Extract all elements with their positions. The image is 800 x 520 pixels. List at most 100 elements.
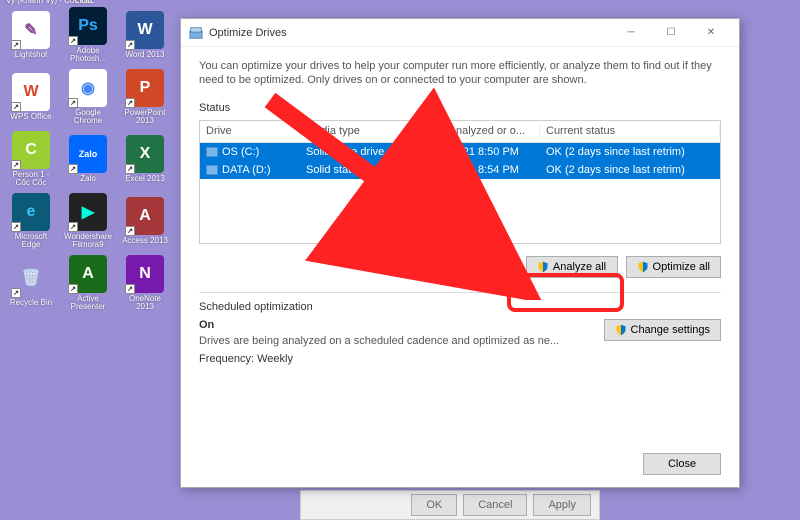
close-window-button[interactable]: ✕ <box>691 20 731 46</box>
table-header: Drive Media type Last analyzed or o... C… <box>200 121 720 143</box>
shortcut-arrow-icon: ↗ <box>125 98 135 108</box>
desktop-icon[interactable]: ◉↗ Google Chrome <box>62 67 114 127</box>
desktop-icon[interactable]: P↗ PowerPoint 2013 <box>119 67 171 127</box>
shortcut-arrow-icon: ↗ <box>11 288 21 298</box>
desktop-icon[interactable]: C↗ Person 1 - Cốc Cốc <box>5 129 57 189</box>
app-icon: Ps↗ <box>69 7 107 45</box>
desktop-icon[interactable]: W↗ Word 2013 <box>119 5 171 65</box>
drive-table: Drive Media type Last analyzed or o... C… <box>199 120 721 244</box>
icon-label: Adobe Photosh... <box>62 47 114 63</box>
app-icon: W↗ <box>126 11 164 49</box>
app-icon: 🗑↗ <box>12 259 50 297</box>
shortcut-arrow-icon: ↗ <box>68 36 78 46</box>
icon-label: PowerPoint 2013 <box>119 109 171 125</box>
shortcut-arrow-icon: ↗ <box>11 102 21 112</box>
optimize-all-button[interactable]: Optimize all <box>626 256 721 278</box>
cell-last: 9/15/2021 8:50 PM <box>420 146 540 158</box>
icon-label: Active Presenter <box>62 295 114 311</box>
shield-icon <box>537 261 549 273</box>
shield-icon <box>615 324 627 336</box>
desktop-icon[interactable]: Ps↗ Adobe Photosh... <box>62 5 114 65</box>
app-icon: ✎↗ <box>12 11 50 49</box>
shortcut-arrow-icon: ↗ <box>68 164 78 174</box>
col-last[interactable]: Last analyzed or o... <box>420 125 540 137</box>
analyze-label: Analyze all <box>553 261 606 273</box>
desktop-icon[interactable]: W↗ WPS Office <box>5 67 57 127</box>
ok-button[interactable]: OK <box>411 494 457 516</box>
col-drive[interactable]: Drive <box>200 125 300 137</box>
icon-label: OneNote 2013 <box>119 295 171 311</box>
icon-label: Word 2013 <box>126 51 165 59</box>
app-icon: N↗ <box>126 255 164 293</box>
desktop-icon[interactable]: X↗ Excel 2013 <box>119 129 171 189</box>
cell-media: Solid state drive <box>300 146 420 158</box>
app-icon: e↗ <box>12 193 50 231</box>
desktop-icon[interactable]: ✎↗Lightshot <box>5 5 57 65</box>
shortcut-arrow-icon: ↗ <box>68 222 78 232</box>
sched-on: On <box>199 319 559 331</box>
minimize-button[interactable]: ─ <box>611 20 651 46</box>
cell-drive: OS (C:) <box>200 146 300 158</box>
app-icon: ▶↗ <box>69 193 107 231</box>
shortcut-arrow-icon: ↗ <box>11 160 21 170</box>
optimize-drives-window: Optimize Drives ─ ☐ ✕ You can optimize y… <box>180 18 740 488</box>
status-label: Status <box>199 102 721 114</box>
app-icon: A↗ <box>69 255 107 293</box>
icon-label: Recycle Bin <box>10 299 52 307</box>
shortcut-arrow-icon: ↗ <box>68 284 78 294</box>
icon-label: Excel 2013 <box>125 175 165 183</box>
icon-label: Zalo <box>80 175 96 183</box>
shortcut-arrow-icon: ↗ <box>125 164 135 174</box>
sched-desc: Drives are being analyzed on a scheduled… <box>199 335 559 347</box>
app-icon: ◉↗ <box>69 69 107 107</box>
icon-label: WPS Office <box>10 113 51 121</box>
app-icon: A↗ <box>126 197 164 235</box>
change-settings-button[interactable]: Change settings <box>604 319 722 341</box>
app-icon: P↗ <box>126 69 164 107</box>
col-media[interactable]: Media type <box>300 125 420 137</box>
desktop-icon[interactable]: A↗ Access 2013 <box>119 191 171 251</box>
drive-icon <box>206 165 218 175</box>
desktop-icon[interactable]: N↗ OneNote 2013 <box>119 253 171 313</box>
cell-status: OK (2 days since last retrim) <box>540 146 720 158</box>
cancel-button[interactable]: Cancel <box>463 494 527 516</box>
analyze-all-button[interactable]: Analyze all <box>526 256 618 278</box>
col-status[interactable]: Current status <box>540 125 720 137</box>
sched-freq: Frequency: Weekly <box>199 353 559 365</box>
desktop-icon[interactable]: A↗ Active Presenter <box>62 253 114 313</box>
shortcut-arrow-icon: ↗ <box>11 222 21 232</box>
titlebar: Optimize Drives ─ ☐ ✕ <box>181 19 739 47</box>
icon-label: Google Chrome <box>62 109 114 125</box>
sched-label: Scheduled optimization <box>199 301 721 313</box>
cell-drive: DATA (D:) <box>200 164 300 176</box>
drive-optimize-icon <box>189 26 203 40</box>
desktop-icon[interactable]: ▶↗ Wondershare Filmora9 <box>62 191 114 251</box>
cell-media: Solid state drive <box>300 164 420 176</box>
app-icon: C↗ <box>12 131 50 169</box>
cell-last: 9/15/2021 8:54 PM <box>420 164 540 176</box>
shortcut-arrow-icon: ↗ <box>125 284 135 294</box>
close-button[interactable]: Close <box>643 453 721 475</box>
table-row[interactable]: OS (C:) Solid state drive 9/15/2021 8:50… <box>200 143 720 161</box>
optimize-label: Optimize all <box>653 261 710 273</box>
drive-icon <box>206 147 218 157</box>
icon-label: Microsoft Edge <box>5 233 57 249</box>
table-row[interactable]: DATA (D:) Solid state drive 9/15/2021 8:… <box>200 161 720 179</box>
app-icon: X↗ <box>126 135 164 173</box>
desktop-icon[interactable]: Zalo↗ Zalo <box>62 129 114 189</box>
window-title: Optimize Drives <box>209 27 611 39</box>
icon-label: Wondershare Filmora9 <box>62 233 114 249</box>
maximize-button[interactable]: ☐ <box>651 20 691 46</box>
app-icon: W↗ <box>12 73 50 111</box>
shortcut-arrow-icon: ↗ <box>11 40 21 50</box>
shortcut-arrow-icon: ↗ <box>68 98 78 108</box>
desktop-icon[interactable]: 🗑↗ Recycle Bin <box>5 253 57 313</box>
shortcut-arrow-icon: ↗ <box>125 226 135 236</box>
parent-dialog-buttons: OK Cancel Apply <box>300 490 600 520</box>
apply-button[interactable]: Apply <box>533 494 591 516</box>
icon-label: Person 1 - Cốc Cốc <box>5 171 57 187</box>
icon-label: Access 2013 <box>122 237 168 245</box>
app-icon: Zalo↗ <box>69 135 107 173</box>
desktop-icon[interactable]: e↗ Microsoft Edge <box>5 191 57 251</box>
intro-text: You can optimize your drives to help you… <box>199 59 721 88</box>
